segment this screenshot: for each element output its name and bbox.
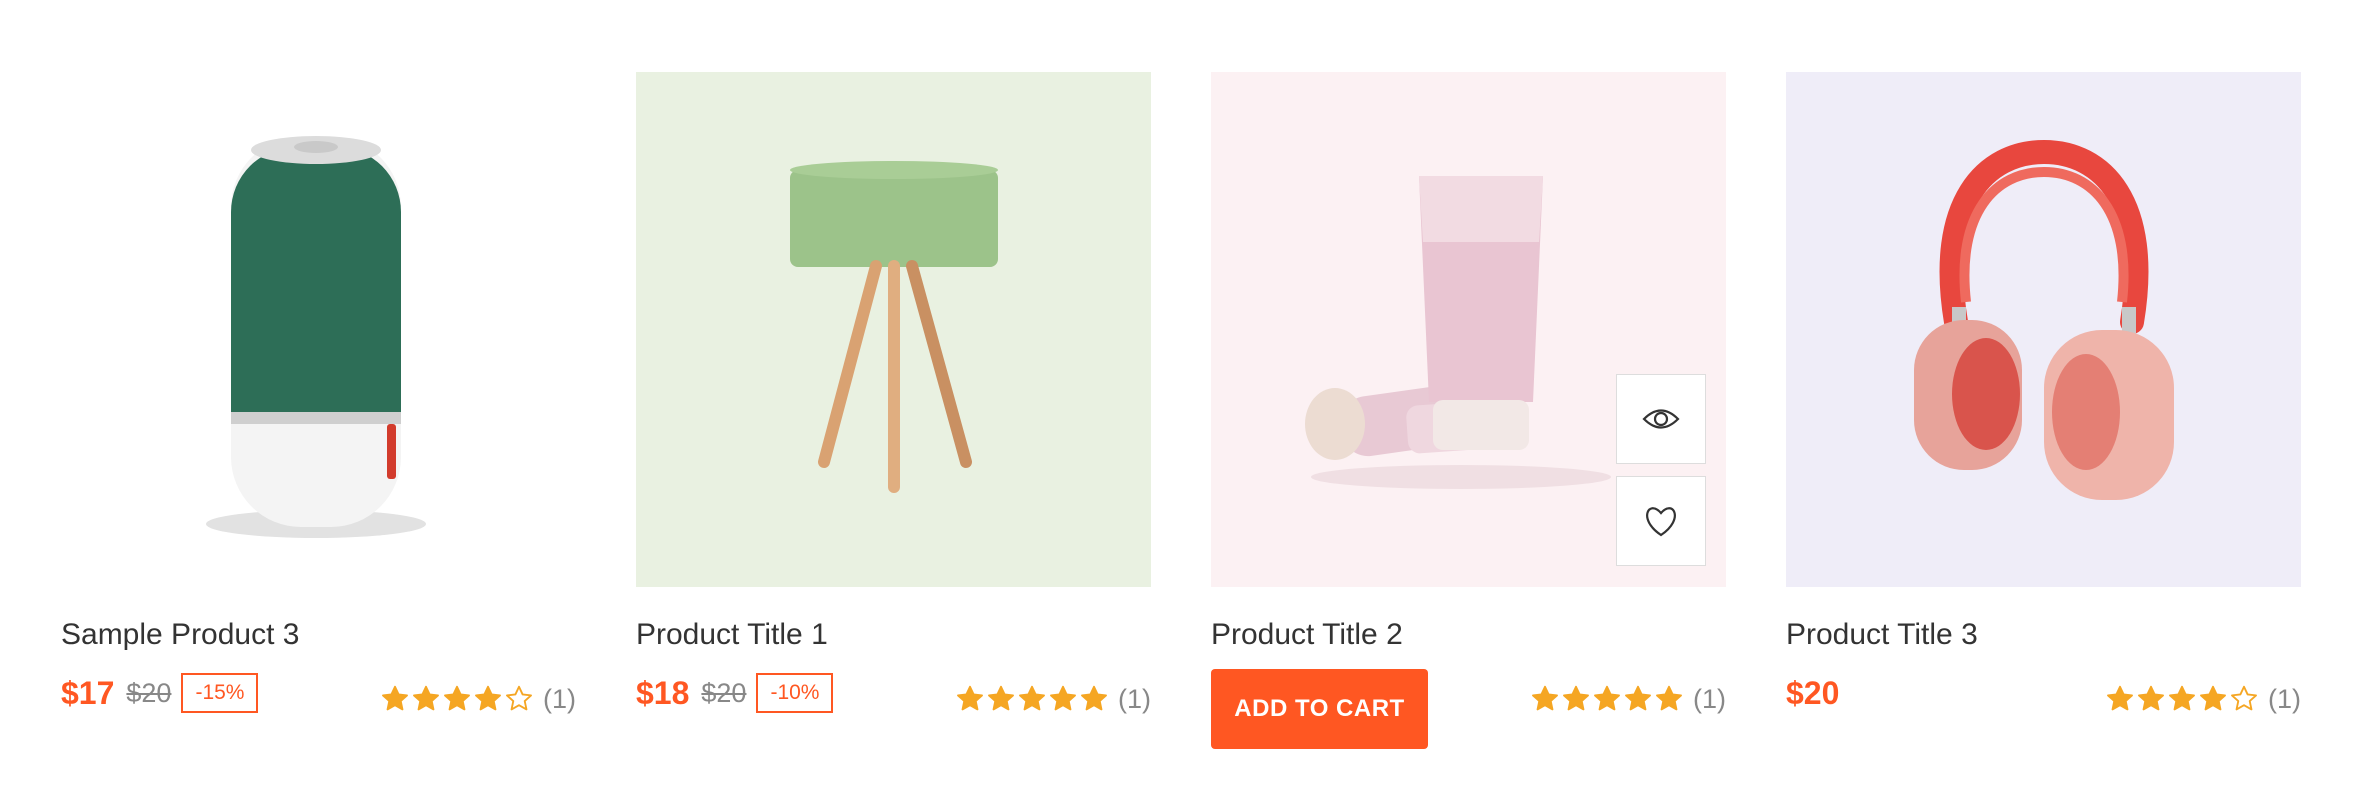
discount-badge: -10% (756, 673, 834, 713)
star-filled-icon (475, 685, 501, 711)
product-image-cosmetics[interactable] (1211, 72, 1726, 587)
lamp-image (790, 161, 998, 493)
heart-icon (1646, 507, 1676, 537)
star-filled-icon (1594, 685, 1620, 711)
product-image-speaker[interactable] (61, 72, 576, 587)
product-image-headphones[interactable] (1786, 72, 2301, 587)
product-card: Product Title 2 ADD TO CART (1) (1211, 72, 1726, 749)
star-filled-icon (444, 685, 470, 711)
review-count: (1) (2268, 683, 2301, 714)
star-empty-icon (506, 685, 532, 711)
star-filled-icon (2138, 685, 2164, 711)
headphones-image (1914, 139, 2174, 500)
rating: (1) (2106, 677, 2301, 721)
wishlist-button[interactable] (1616, 476, 1706, 566)
speaker-image (206, 136, 426, 538)
star-filled-icon (1656, 685, 1682, 711)
product-image-lamp[interactable] (636, 72, 1151, 587)
rating: (1) (1531, 677, 1726, 721)
star-rating (2106, 685, 2258, 713)
product-card: Product Title 3 $20 (1) (1786, 72, 2301, 731)
star-filled-icon (1019, 685, 1045, 711)
review-count: (1) (1693, 683, 1726, 714)
product-card: Product Title 1 $18 $20 -10% (1) (636, 72, 1151, 731)
product-price: $18 (636, 674, 690, 711)
discount-badge: -15% (181, 673, 259, 713)
old-price: $20 (126, 677, 172, 708)
star-empty-icon (2231, 685, 2257, 711)
product-price: $17 (61, 674, 115, 711)
star-rating (956, 685, 1108, 713)
star-filled-icon (2200, 685, 2226, 711)
star-rating (1531, 685, 1683, 713)
star-filled-icon (1081, 685, 1107, 711)
star-filled-icon (1050, 685, 1076, 711)
product-title[interactable]: Product Title 2 (1211, 617, 1726, 653)
star-filled-icon (1532, 685, 1558, 711)
eye-icon (1642, 409, 1680, 429)
old-price: $20 (701, 677, 747, 708)
product-title[interactable]: Product Title 3 (1786, 617, 2301, 653)
review-count: (1) (543, 683, 576, 714)
product-title[interactable]: Sample Product 3 (61, 617, 576, 653)
star-filled-icon (2107, 685, 2133, 711)
star-filled-icon (382, 685, 408, 711)
star-filled-icon (1625, 685, 1651, 711)
product-price: $20 (1786, 674, 1840, 711)
review-count: (1) (1118, 683, 1151, 714)
rating: (1) (381, 677, 576, 721)
star-filled-icon (1563, 685, 1589, 711)
star-filled-icon (2169, 685, 2195, 711)
product-title[interactable]: Product Title 1 (636, 617, 1151, 653)
star-filled-icon (413, 685, 439, 711)
product-card: Sample Product 3 $17 $20 -15% (1) (61, 72, 576, 731)
star-filled-icon (988, 685, 1014, 711)
product-grid: Sample Product 3 $17 $20 -15% (1) Produc… (61, 72, 2301, 749)
rating: (1) (956, 677, 1151, 721)
add-to-cart-button[interactable]: ADD TO CART (1211, 669, 1428, 749)
star-rating (381, 685, 533, 713)
quick-view-button[interactable] (1616, 374, 1706, 464)
star-filled-icon (957, 685, 983, 711)
